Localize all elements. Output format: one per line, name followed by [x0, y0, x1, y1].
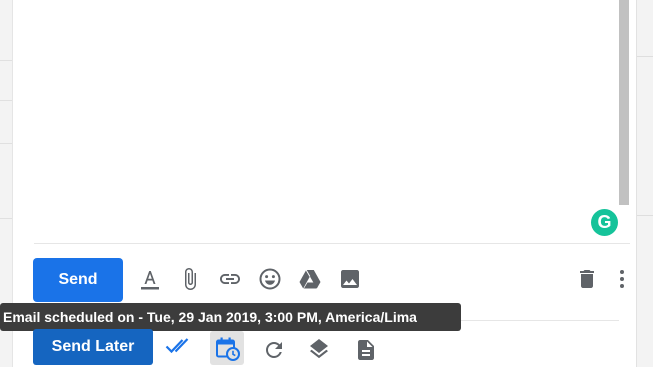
scrollbar-thumb[interactable] — [619, 0, 629, 205]
attach-icon[interactable] — [178, 267, 202, 291]
row-divider — [637, 215, 653, 216]
photo-icon[interactable] — [338, 267, 362, 291]
double-check-icon[interactable] — [165, 334, 193, 358]
link-icon[interactable] — [218, 267, 242, 291]
row-divider — [0, 60, 12, 61]
calendar-clock-icon[interactable] — [215, 336, 241, 362]
right-background — [636, 0, 653, 367]
send-later-button[interactable]: Send Later — [33, 329, 153, 365]
refresh-icon[interactable] — [262, 338, 286, 362]
trash-icon[interactable] — [575, 267, 599, 291]
row-divider — [0, 100, 12, 101]
grammarly-icon[interactable]: G — [591, 209, 618, 236]
text-format-icon[interactable] — [138, 267, 162, 291]
more-vert-icon[interactable] — [610, 267, 634, 291]
schedule-tooltip: Email scheduled on - Tue, 29 Jan 2019, 3… — [0, 303, 461, 331]
row-divider — [637, 56, 653, 57]
row-divider — [0, 143, 12, 144]
emoji-icon[interactable] — [258, 267, 282, 291]
toolbar-divider — [461, 320, 619, 321]
toolbar-divider — [34, 243, 630, 244]
row-divider — [0, 218, 12, 219]
drive-icon[interactable] — [298, 267, 322, 291]
document-icon[interactable] — [354, 338, 378, 362]
layers-icon[interactable] — [307, 337, 331, 361]
send-button[interactable]: Send — [33, 258, 123, 302]
message-body[interactable] — [33, 0, 623, 235]
